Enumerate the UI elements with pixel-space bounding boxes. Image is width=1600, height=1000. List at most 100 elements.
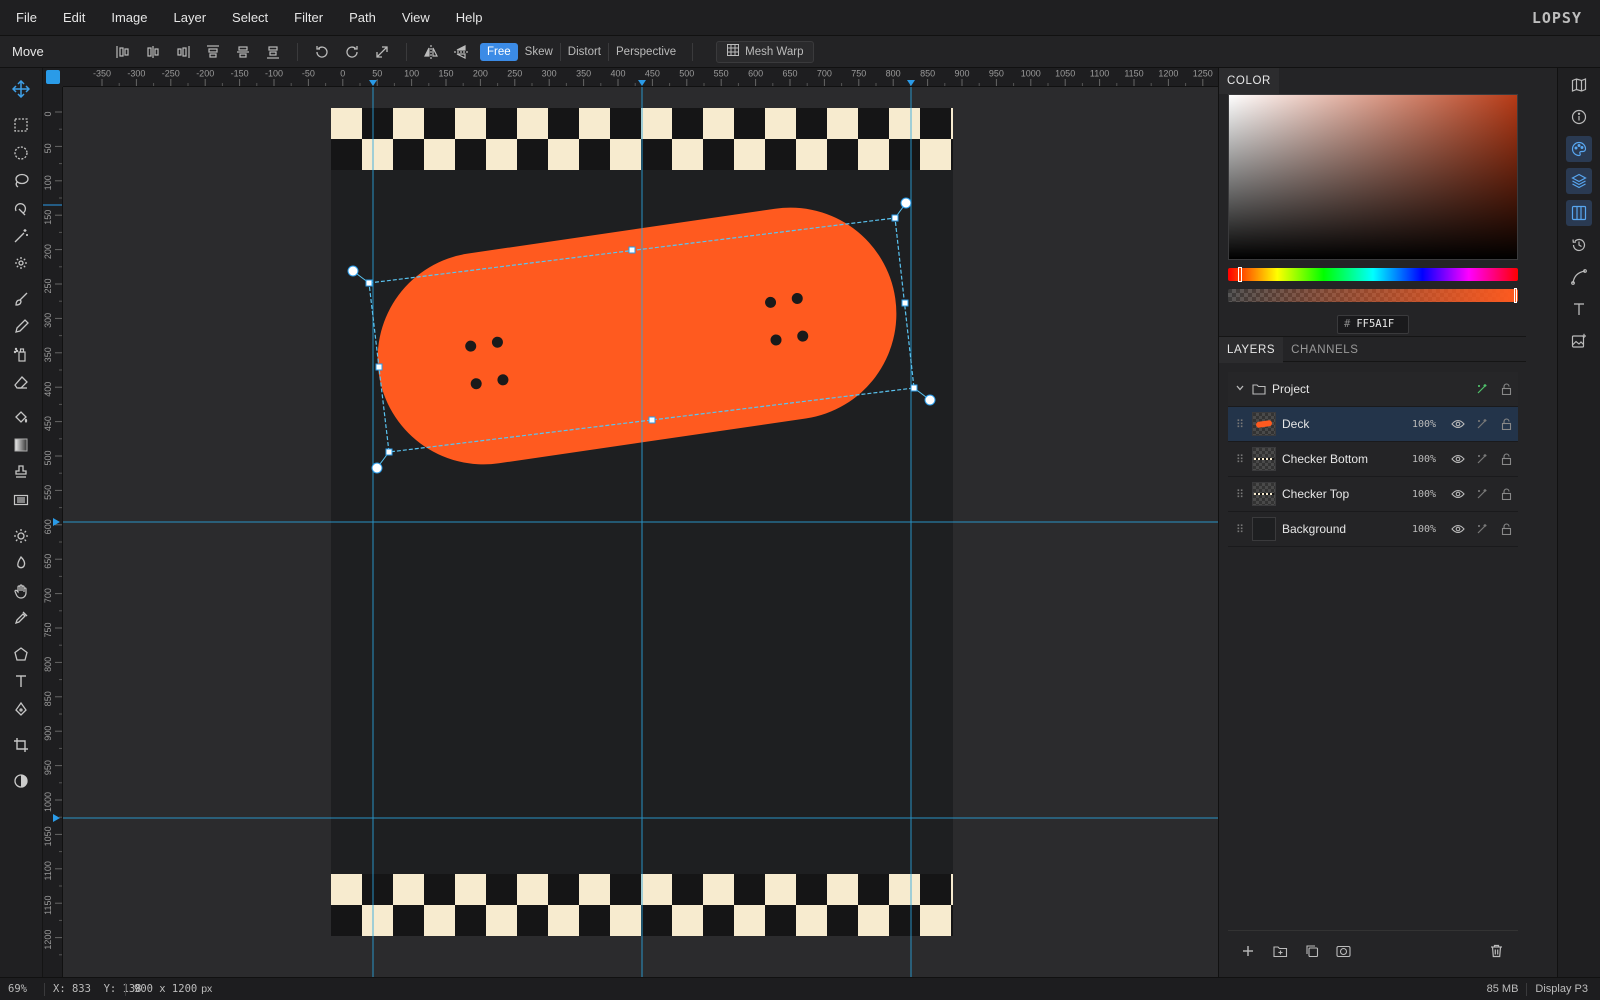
alpha-slider[interactable] [1228,288,1518,303]
info-icon[interactable] [1566,104,1592,130]
paint-bucket-icon[interactable] [7,404,35,430]
lock-icon[interactable] [1494,523,1518,535]
magic-wand-icon[interactable] [7,223,35,249]
drag-handle-icon[interactable]: ⠿ [1228,418,1252,431]
add-layer-icon[interactable] [1237,940,1259,962]
scale-handle[interactable] [901,299,909,307]
eyedropper-icon[interactable] [7,605,35,631]
rotate-handle[interactable] [924,394,936,406]
drag-handle-icon[interactable]: ⠿ [1228,488,1252,501]
layer-row-checker-bottom[interactable]: ⠿ Checker Bottom 100% [1228,442,1518,477]
scale-handle[interactable] [648,416,656,424]
layer-opacity[interactable]: 100% [1412,419,1446,430]
scale-handle[interactable] [910,384,918,392]
pencil-icon[interactable] [7,314,35,340]
layer-row-background[interactable]: ⠿ Background 100% [1228,512,1518,547]
lock-icon[interactable] [1494,488,1518,500]
canvas-workspace[interactable] [63,87,1218,977]
hue-slider-thumb[interactable] [1238,267,1242,282]
align-bottom-icon[interactable] [258,39,288,65]
gradient-icon[interactable] [7,432,35,458]
brush-icon[interactable] [7,286,35,312]
burn-icon[interactable] [7,550,35,576]
rotate-handle[interactable] [900,197,912,209]
dodge-icon[interactable] [7,523,35,549]
contrast-icon[interactable] [7,768,35,794]
quick-select-icon[interactable] [7,195,35,221]
align-top-icon[interactable] [198,39,228,65]
guide-marker[interactable] [907,80,915,86]
layer-opacity[interactable]: 100% [1412,454,1446,465]
guide-marker[interactable] [369,80,377,86]
pattern-icon[interactable] [7,487,35,513]
move-icon[interactable] [7,76,35,102]
new-group-icon[interactable] [1269,940,1291,962]
effects-icon[interactable] [1470,418,1494,430]
effects-icon[interactable] [1470,488,1494,500]
layer-group-project[interactable]: Project [1228,372,1518,407]
scale-handle[interactable] [628,246,636,254]
effects-active-icon[interactable] [1470,383,1494,395]
rotate-handle[interactable] [371,462,383,474]
spot-heal-icon[interactable] [7,250,35,276]
menu-path[interactable]: Path [336,0,389,36]
duplicate-layer-icon[interactable] [1301,940,1323,962]
hex-input[interactable]: # FF5A1F [1337,315,1409,334]
color-tab[interactable]: COLOR [1219,68,1279,94]
effects-icon[interactable] [1470,523,1494,535]
mode-free-button[interactable]: Free [480,42,518,61]
lock-icon[interactable] [1494,418,1518,430]
effects-icon[interactable] [1470,453,1494,465]
eye-icon[interactable] [1446,524,1470,534]
rect-select-icon[interactable] [7,112,35,138]
eye-icon[interactable] [1446,489,1470,499]
scale-handle[interactable] [385,448,393,456]
map-icon[interactable] [1566,72,1592,98]
hue-slider[interactable] [1228,267,1518,282]
rotate-cw-icon[interactable] [337,39,367,65]
drag-handle-icon[interactable]: ⠿ [1228,523,1252,536]
color-profile[interactable]: Display P3 [1527,983,1600,995]
layers-icon[interactable] [1566,168,1592,194]
hand-icon[interactable] [7,578,35,604]
image-add-icon[interactable] [1566,328,1592,354]
layer-opacity[interactable]: 100% [1412,524,1446,535]
rotate-handle[interactable] [347,265,359,277]
menu-edit[interactable]: Edit [50,0,98,36]
eye-icon[interactable] [1446,419,1470,429]
ruler-horizontal[interactable]: -350 -300 -250 -200 -150 -100 -50 0 50 100 150 200 2… [63,68,1218,87]
stamp-icon[interactable] [7,459,35,485]
guide-marker[interactable] [53,814,60,822]
rotate-ccw-icon[interactable] [307,39,337,65]
scale-handle[interactable] [891,214,899,222]
align-left-icon[interactable] [108,39,138,65]
scale-handle[interactable] [375,363,383,371]
palette-icon[interactable] [1566,136,1592,162]
mode-skew-button[interactable]: Skew [518,42,561,61]
align-center-h-icon[interactable] [138,39,168,65]
guide-marker[interactable] [638,80,646,86]
tab-layers[interactable]: LAYERS [1219,337,1284,363]
menu-select[interactable]: Select [219,0,281,36]
columns-icon[interactable] [1566,200,1592,226]
ellipse-select-icon[interactable] [7,140,35,166]
text-icon[interactable] [1566,296,1592,322]
pen-icon[interactable] [7,696,35,722]
chevron-down-icon[interactable] [1228,383,1252,396]
polygon-icon[interactable] [7,641,35,667]
foreground-color-swatch[interactable] [46,70,60,84]
scale-handle[interactable] [365,279,373,287]
trash-icon[interactable] [1485,940,1507,962]
eraser-icon[interactable] [7,369,35,395]
drag-handle-icon[interactable]: ⠿ [1228,453,1252,466]
mode-perspective-button[interactable]: Perspective [609,43,683,61]
lock-icon[interactable] [1494,383,1518,395]
menu-layer[interactable]: Layer [161,0,220,36]
saturation-value-picker[interactable] [1228,94,1518,260]
crop-icon[interactable] [7,732,35,758]
alpha-slider-thumb[interactable] [1514,288,1517,303]
layer-opacity[interactable]: 100% [1412,489,1446,500]
mode-distort-button[interactable]: Distort [561,42,610,61]
mask-icon[interactable] [1332,940,1354,962]
mesh-warp-button[interactable]: Mesh Warp [716,40,815,63]
